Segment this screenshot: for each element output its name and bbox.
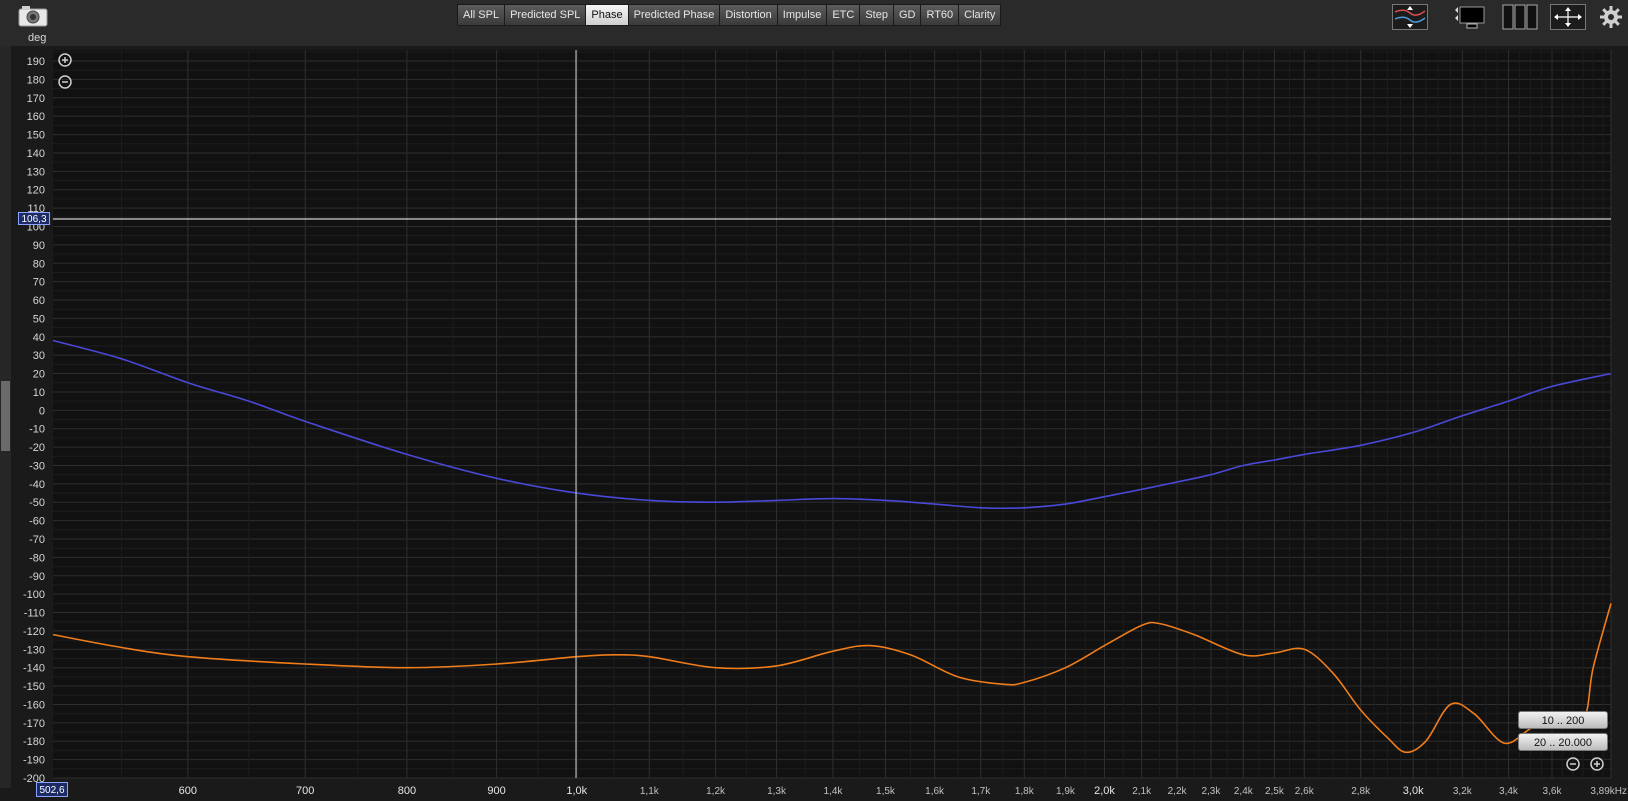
x-tick-label: 2,8k (1351, 786, 1371, 797)
x-tick-label: 1,7k (971, 786, 991, 797)
x-tick-label: 1,0k (566, 785, 587, 797)
x-tick-label: 1,8k (1015, 786, 1035, 797)
x-tick-label: 900 (487, 785, 505, 797)
y-tick-label: -120 (23, 626, 45, 638)
y-tick-label: 180 (27, 74, 45, 86)
y-tick-label: -80 (29, 552, 45, 564)
y-tick-label: 20 (33, 369, 45, 381)
x-tick-label: 3,2k (1453, 786, 1473, 797)
y-tick-label: 90 (33, 240, 45, 252)
y-tick-label: 80 (33, 258, 45, 270)
x-tick-label: 1,1k (640, 786, 660, 797)
y-tick-label: -160 (23, 699, 45, 711)
y-tick-label: -60 (29, 516, 45, 528)
x-zoom-out-icon[interactable] (1566, 757, 1580, 771)
x-axis: 600 700 800 900 1,0k 1,1k 1,2k 1,3k 1,4k 1,5k 1,6k… (179, 785, 1627, 797)
y-tick-label: 60 (33, 295, 45, 307)
x-tick-label: 1,5k (876, 786, 896, 797)
y-tick-label: -130 (23, 644, 45, 656)
y-tick-label: 140 (27, 148, 45, 160)
y-tick-label: -70 (29, 534, 45, 546)
range-button-10-200[interactable]: 10 .. 200 (1518, 711, 1608, 729)
x-tick-label: 2,0k (1094, 785, 1115, 797)
y-tick-label: -140 (23, 663, 45, 675)
y-tick-label: 190 (27, 56, 45, 68)
y-tick-label: -170 (23, 718, 45, 730)
x-tick-label: 1,4k (823, 786, 843, 797)
x-tick-label: 1,3k (767, 786, 787, 797)
y-tick-label: 150 (27, 130, 45, 142)
x-tick-label: 1,6k (925, 786, 945, 797)
x-tick-label: 3,0k (1403, 785, 1424, 797)
zoom-out-icon[interactable] (58, 75, 72, 89)
range-button-20-20000[interactable]: 20 .. 20.000 (1518, 733, 1608, 751)
y-tick-label: -100 (23, 589, 45, 601)
y-tick-label: 130 (27, 166, 45, 178)
y-tick-label: 40 (33, 332, 45, 344)
y-tick-label: -30 (29, 460, 45, 472)
y-tick-label: 0 (39, 405, 45, 417)
zoom-in-icon[interactable] (58, 53, 72, 67)
x-tick-label: 2,5k (1265, 786, 1285, 797)
x-tick-label: 2,4k (1234, 786, 1254, 797)
x-tick-label: 2,1k (1132, 786, 1152, 797)
y-tick-label: 170 (27, 93, 45, 105)
y-tick-label: 160 (27, 111, 45, 123)
x-tick-label: 1,9k (1056, 786, 1076, 797)
cursor-x-value: 502,6 (36, 782, 68, 797)
y-tick-label: 50 (33, 313, 45, 325)
phase-chart[interactable]: 1901801701601501401301201101009080706050… (0, 0, 1628, 801)
y-tick-label: 70 (33, 277, 45, 289)
y-tick-label: -10 (29, 424, 45, 436)
y-tick-label: -180 (23, 736, 45, 748)
y-axis: 1901801701601501401301201101009080706050… (23, 56, 45, 785)
x-tick-label: 2,6k (1295, 786, 1315, 797)
y-tick-label: -90 (29, 571, 45, 583)
x-tick-label: 2,2k (1168, 786, 1188, 797)
y-tick-label: 30 (33, 350, 45, 362)
x-tick-label: 3,6k (1543, 786, 1563, 797)
y-tick-label: -20 (29, 442, 45, 454)
y-tick-label: -150 (23, 681, 45, 693)
x-tick-label: 600 (179, 785, 197, 797)
x-tick-label: 700 (296, 785, 314, 797)
y-tick-label: 120 (27, 185, 45, 197)
y-tick-label: -40 (29, 479, 45, 491)
x-tick-label: 2,3k (1201, 786, 1221, 797)
x-zoom-in-icon[interactable] (1590, 757, 1604, 771)
y-tick-label: -50 (29, 497, 45, 509)
y-tick-label: 10 (33, 387, 45, 399)
x-tick-label: 1,2k (706, 786, 726, 797)
x-tick-label: 3,4k (1499, 786, 1519, 797)
cursor-y-value: 106,3 (18, 212, 50, 225)
y-tick-label: -110 (24, 608, 45, 620)
x-tick-label: 3,89kHz (1590, 786, 1627, 797)
plot-area (53, 50, 1611, 778)
y-tick-label: -190 (23, 755, 45, 767)
x-tick-label: 800 (398, 785, 416, 797)
